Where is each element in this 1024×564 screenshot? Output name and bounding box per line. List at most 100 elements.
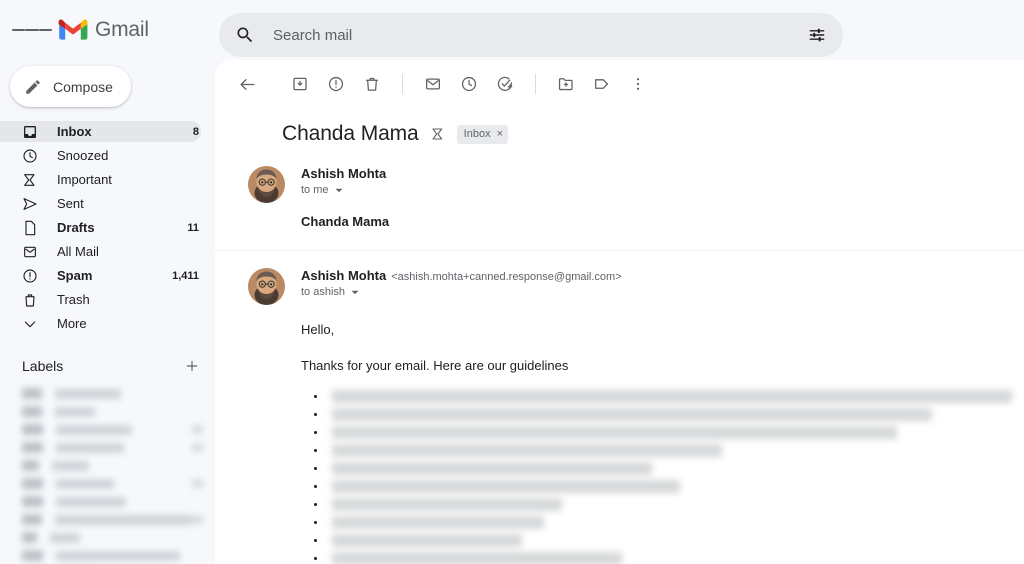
compose-label: Compose [53,78,113,95]
redacted-bullet-text [332,462,652,476]
move-to-button[interactable] [548,66,584,102]
sidebar-item-label: Important [57,172,112,187]
gmail-brand[interactable]: Gmail [58,18,149,42]
gmail-app: Gmail Search mail Compose Inbox 8 Snooze… [0,0,1024,564]
redacted-label-row[interactable] [0,512,215,527]
sidebar-item-count: 11 [187,221,199,234]
redacted-label-text [52,460,89,471]
chip-label: Inbox [463,128,491,140]
redacted-label-swatch [22,496,43,507]
redacted-label-row[interactable] [0,530,215,545]
sidebar-item-all-mail[interactable]: All Mail [0,241,201,262]
redacted-label-swatch [22,442,43,453]
message-1-body: Ashish Mohta to me Chanda Mama [301,166,1024,229]
message-divider [215,250,1024,251]
redacted-label-row[interactable] [0,404,215,419]
redacted-label-text [55,514,193,525]
redacted-label-row[interactable] [0,458,215,473]
sidebar-item-spam[interactable]: Spam 1,411 [0,265,201,286]
message-2: Ashish Mohta <ashish.mohta+canned.respon… [215,268,1024,564]
redacted-label-text [56,550,180,561]
avatar[interactable] [248,268,285,305]
redacted-label-count [192,425,203,434]
more-options-button[interactable] [620,66,656,102]
sidebar-item-sent[interactable]: Sent [0,193,201,214]
delete-button[interactable] [354,66,390,102]
label-button[interactable] [584,66,620,102]
redacted-bullet-item [314,514,1004,532]
hamburger-menu-icon[interactable] [12,10,52,50]
filter-options-icon[interactable] [807,25,827,45]
redacted-bullet-text [332,516,544,530]
report-spam-button[interactable] [318,66,354,102]
redacted-label-swatch [22,460,39,471]
top-bar: Gmail [0,0,1024,60]
recipient-toggle[interactable]: to me [301,184,1004,196]
chevron-down-icon [351,290,359,294]
sidebar-item-trash[interactable]: Trash [0,289,201,310]
search-bar[interactable] [219,13,843,57]
plus-icon[interactable] [183,357,201,375]
sidebar-item-snoozed[interactable]: Snoozed [0,145,201,166]
redacted-bullet-item [314,496,1004,514]
avatar[interactable] [248,166,285,203]
subject-row: Chanda Mama Inbox × [215,108,1024,146]
message-intro: Thanks for your email. Here are our guid… [301,357,569,373]
redacted-label-row[interactable] [0,494,215,509]
redacted-label-text [55,406,95,417]
redacted-label-row[interactable] [0,476,215,491]
redacted-bullet-item [314,532,1004,550]
redacted-label-swatch [22,406,42,417]
compose-button[interactable]: Compose [10,66,131,107]
redacted-labels-list [0,386,215,564]
labels-header: Labels [0,354,215,378]
pencil-icon [26,79,40,94]
redacted-label-row[interactable] [0,422,215,437]
redacted-bullet-item [314,442,1004,460]
sidebar-item-inbox[interactable]: Inbox 8 [0,121,201,142]
redacted-label-swatch [22,388,42,399]
redacted-bullet-text [332,498,562,512]
message-1: Ashish Mohta to me Chanda Mama [215,166,1024,229]
redacted-bullet-text [332,552,622,564]
sidebar-item-count: 8 [192,125,199,138]
redacted-bullet-text [332,534,522,548]
archive-button[interactable] [282,66,318,102]
draft-icon [22,220,38,236]
sidebar-item-label: Sent [57,196,84,211]
search-icon [237,27,253,43]
recipient-text: to ashish [301,286,346,298]
snooze-button[interactable] [451,66,487,102]
redacted-label-count [192,479,203,488]
redacted-label-text [50,532,80,543]
search-input[interactable] [273,26,807,44]
inbox-icon [22,124,38,140]
close-icon[interactable]: × [497,128,503,140]
redacted-bullet-text [332,390,1012,404]
redacted-label-row[interactable] [0,548,215,563]
redacted-label-swatch [22,550,43,561]
chevron-down-icon [334,188,343,192]
sidebar-item-more[interactable]: More [0,313,201,334]
back-button[interactable] [229,66,265,102]
redacted-label-text [56,442,124,453]
redacted-label-row[interactable] [0,386,215,401]
redacted-label-swatch [22,532,37,543]
redacted-bullet-text [332,444,722,458]
trash-icon [22,292,38,308]
add-to-tasks-button[interactable] [487,66,523,102]
inbox-label-chip[interactable]: Inbox × [456,124,509,144]
recipient-toggle[interactable]: to ashish [301,286,1004,298]
redacted-bullet-item [314,424,1004,442]
mark-unread-button[interactable] [415,66,451,102]
redacted-bullet-item [314,388,1012,406]
redacted-label-swatch [22,424,43,435]
redacted-label-row[interactable] [0,440,215,455]
sidebar-item-important[interactable]: Important [0,169,201,190]
redacted-bullet-item [314,406,1004,424]
brand-name: Gmail [95,18,149,41]
recipient-text: to me [301,184,329,196]
sidebar-item-drafts[interactable]: Drafts 11 [0,217,201,238]
sidebar-item-label: More [57,316,87,331]
important-marker-icon[interactable] [430,126,446,142]
